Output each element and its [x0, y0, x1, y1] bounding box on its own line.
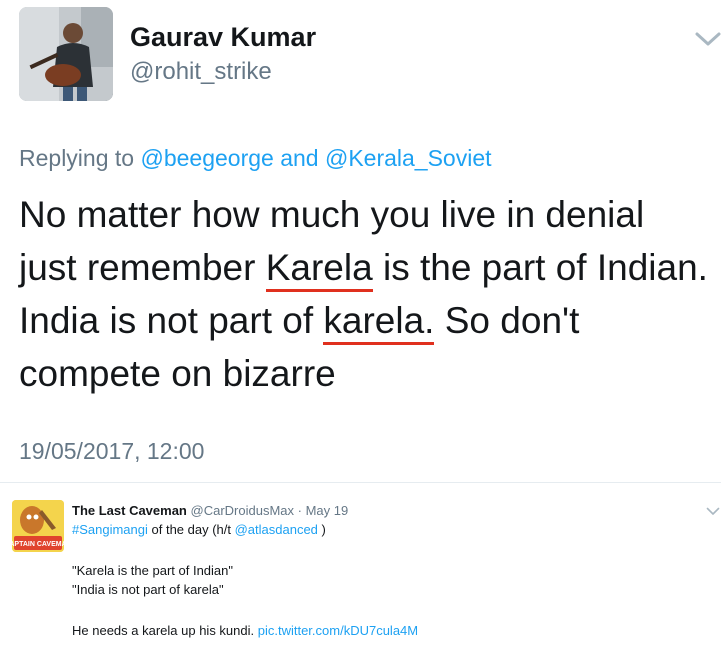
avatar-photo: [19, 7, 113, 101]
quoted-author-handle[interactable]: @CarDroidusMax: [191, 503, 295, 518]
quoted-separator: ·: [294, 503, 306, 518]
tweet-line-4: compete on bizarre: [19, 353, 336, 394]
hashtag-sangimangi[interactable]: #Sangimangi: [72, 522, 148, 537]
pic-link[interactable]: pic.twitter.com/kDU7cula4M: [258, 623, 418, 638]
underlined-word-karela-2: karela.: [323, 300, 435, 345]
quoted-quote-2: "India is not part of karela": [72, 582, 224, 597]
quoted-quote-1: "Karela is the part of Indian": [72, 563, 233, 578]
mention-kerala-soviet[interactable]: @Kerala_Soviet: [325, 145, 492, 171]
replying-to: Replying to @beegeorge and @Kerala_Sovie…: [19, 145, 492, 172]
quoted-date[interactable]: May 19: [306, 503, 349, 518]
quoted-author-name[interactable]: The Last Caveman: [72, 503, 187, 518]
mention-beegeorge[interactable]: @beegeorge: [140, 145, 273, 171]
chevron-down-icon[interactable]: [694, 30, 721, 48]
caveman-logo-icon: CAPTAIN CAVEMAN: [12, 500, 64, 552]
replying-to-and: and: [273, 145, 325, 171]
quoted-line-1-end: ): [317, 522, 326, 537]
tweet-line-3-start: India is not part of: [19, 300, 324, 341]
quoted-last-line: He needs a karela up his kundi. pic.twit…: [72, 623, 418, 638]
tweet-line-1: No matter how much you live in denial: [19, 194, 645, 235]
author-name[interactable]: Gaurav Kumar: [130, 22, 316, 53]
quoted-author-avatar[interactable]: CAPTAIN CAVEMAN: [12, 500, 64, 552]
tweet-line-3-end: So don't: [434, 300, 580, 341]
mention-atlasdanced[interactable]: @atlasdanced: [235, 522, 318, 537]
svg-text:CAPTAIN CAVEMAN: CAPTAIN CAVEMAN: [12, 541, 64, 548]
tweet-line-2-start: just remember: [19, 247, 266, 288]
quoted-last-line-text: He needs a karela up his kundi.: [72, 623, 258, 638]
author-handle[interactable]: @rohit_strike: [130, 58, 272, 86]
tweet-line-2-end: is the part of Indian.: [372, 247, 708, 288]
underlined-word-karela: Karela: [265, 247, 373, 292]
quoted-line-1: #Sangimangi of the day (h/t @atlasdanced…: [72, 522, 326, 537]
replying-to-prefix: Replying to: [19, 145, 141, 171]
tweet-timestamp[interactable]: 19/05/2017, 12:00: [19, 438, 204, 465]
tweet-text: No matter how much you live in denial ju…: [19, 188, 719, 400]
tweet-line-3: India is not part of karela. So don't: [19, 294, 719, 347]
quoted-chevron-down-icon[interactable]: [706, 503, 720, 515]
quoted-tweet-header: The Last Caveman @CarDroidusMax · May 19: [72, 503, 348, 518]
divider: [0, 482, 721, 483]
tweet-line-2: just remember Karela is the part of Indi…: [19, 241, 719, 294]
author-avatar[interactable]: [19, 7, 113, 101]
quoted-line-1-mid: of the day (h/t: [147, 522, 235, 537]
